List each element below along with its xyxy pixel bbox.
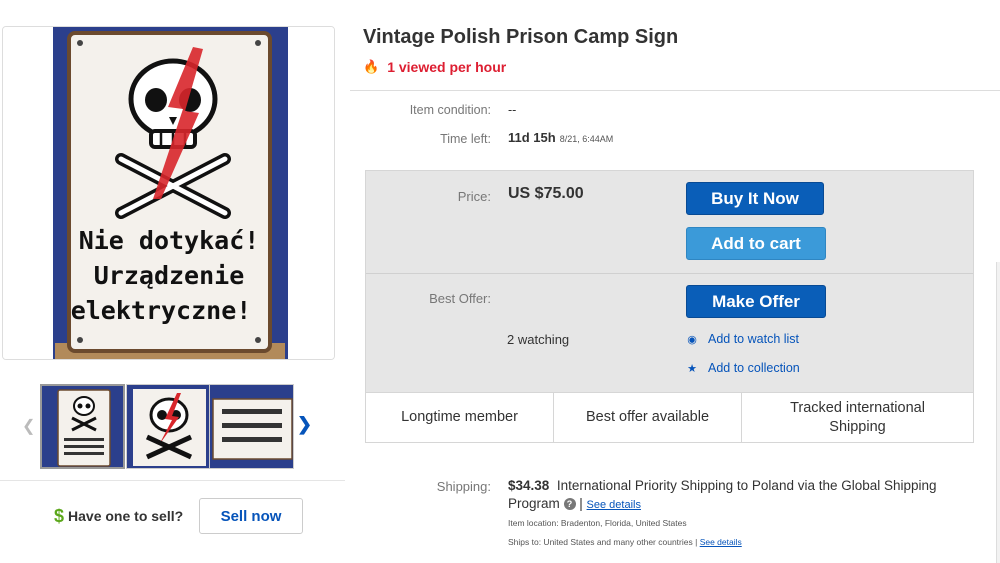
add-to-cart-button[interactable]: Add to cart [686, 227, 826, 260]
buy-box: Price: US $75.00 Buy It Now Add to cart … [365, 170, 974, 443]
main-product-image[interactable]: Nie dotykać! Urządzenie elektryczne! [2, 26, 335, 360]
thumbnail-1[interactable] [40, 384, 125, 469]
time-left-duration: 11d 15h [508, 130, 556, 145]
watching-count: 2 watching [507, 332, 570, 347]
thumbnail-skull-closeup [127, 385, 210, 468]
chevron-right-icon[interactable]: ❯ [297, 414, 312, 435]
scrollbar[interactable] [996, 262, 1000, 563]
sign-line-3: elektryczne! [71, 296, 252, 325]
ships-to: Ships to: United States and many other c… [508, 537, 742, 547]
price-value: US $75.00 [508, 185, 584, 202]
thumbnail-text-closeup [210, 385, 293, 468]
shipping-details: $34.38 International Priority Shipping t… [508, 478, 937, 511]
flame-icon: 🔥 [363, 59, 380, 74]
sign-line-1: Nie dotykać! [79, 226, 260, 255]
shipping-label: Shipping: [436, 479, 491, 494]
time-left-value: 11d 15h 8/21, 6:44AM [508, 130, 613, 145]
condition-value: -- [508, 103, 517, 117]
thumbnail-sign-front [42, 386, 123, 467]
question-icon[interactable]: ? [563, 498, 576, 510]
shipping-cost: $34.38 [508, 478, 550, 493]
best-offer-label: Best Offer: [429, 291, 491, 306]
eye-icon: ◉ [687, 333, 697, 346]
make-offer-button[interactable]: Make Offer [686, 285, 826, 318]
have-one-to-sell: $ Have one to sell? [54, 498, 183, 534]
thumbnail-3[interactable] [209, 384, 294, 469]
collection-label: Add to collection [708, 361, 800, 375]
feature-strip: Longtime member Best offer available Tra… [365, 392, 974, 443]
star-icon: ★ [687, 362, 697, 375]
thumbnail-2[interactable] [126, 384, 211, 469]
ships-to-see-details-link[interactable]: See details [700, 537, 742, 547]
thumbnail-strip: ❮ ❯ [0, 380, 345, 472]
time-left-date: 8/21, 6:44AM [559, 134, 614, 144]
watch-list-label: Add to watch list [708, 332, 800, 346]
feature-best-offer: Best offer available [554, 393, 742, 442]
buy-box-divider [366, 273, 973, 274]
dollar-icon: $ [54, 505, 65, 526]
price-label: Price: [457, 189, 491, 204]
feature-tracked-shipping: Tracked international Shipping [790, 399, 925, 435]
buy-it-now-button[interactable]: Buy It Now [686, 182, 824, 215]
have-one-label: Have one to sell? [68, 508, 184, 524]
add-to-collection-link[interactable]: ★ Add to collection [686, 361, 800, 375]
feature-longtime-member: Longtime member [366, 393, 554, 442]
item-location: Item location: Bradenton, Florida, Unite… [508, 518, 687, 528]
shipping-see-details-link[interactable]: See details [587, 499, 641, 511]
time-left-label: Time left: [440, 132, 491, 146]
item-title: Vintage Polish Prison Camp Sign [363, 26, 679, 48]
condition-label: Item condition: [409, 103, 491, 117]
viewed-per-hour: 🔥 1 viewed per hour [363, 59, 506, 75]
sell-now-button[interactable]: Sell now [199, 498, 303, 534]
title-divider [350, 90, 1000, 91]
add-to-watch-list-link[interactable]: ◉ Add to watch list [686, 332, 799, 346]
ships-to-text: Ships to: United States and many other c… [508, 537, 698, 547]
sign-photo: Nie dotykać! Urządzenie elektryczne! [3, 27, 334, 359]
left-divider [0, 480, 345, 481]
chevron-left-icon[interactable]: ❮ [22, 416, 35, 436]
sign-line-2: Urządzenie [94, 261, 245, 290]
viewed-text: 1 viewed per hour [387, 59, 507, 75]
